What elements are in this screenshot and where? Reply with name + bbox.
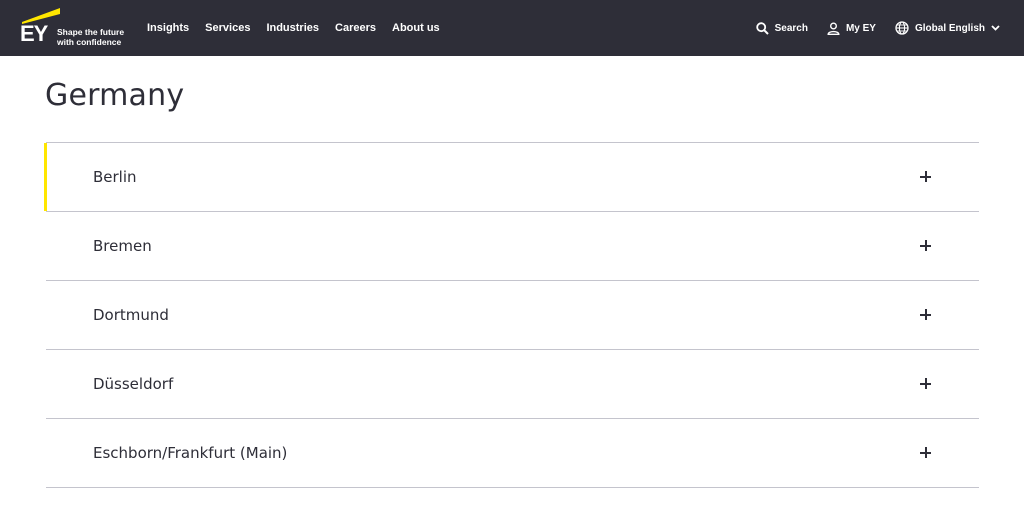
logo-text: EY [20,21,48,46]
nav-about-us[interactable]: About us [392,22,440,34]
utility-nav: Search My EY Global English [737,0,1000,56]
ey-logo[interactable]: EY Shape the future with confidence [20,8,124,48]
search-button[interactable]: Search [755,21,808,35]
nav-services[interactable]: Services [205,22,250,34]
search-icon [755,21,769,35]
accordion-item-label: Dortmund [93,306,169,324]
plus-icon[interactable] [920,240,931,251]
nav-insights[interactable]: Insights [147,22,189,34]
logo-tagline: Shape the future with confidence [57,27,124,47]
accordion-item-eschborn-frankfurt[interactable]: Eschborn/Frankfurt (Main) [46,419,979,488]
page-title: Germany [45,78,185,113]
language-label: Global English [914,22,985,34]
main-nav: Insights Services Industries Careers Abo… [147,0,456,56]
plus-icon[interactable] [920,378,931,389]
my-ey-label: My EY [845,22,876,34]
locations-accordion: Berlin Bremen Dortmund Düsseldorf Eschbo… [44,142,979,488]
accordion-item-dortmund[interactable]: Dortmund [46,281,979,350]
accordion-item-bremen[interactable]: Bremen [46,212,979,281]
user-icon [827,22,840,35]
accordion-item-duesseldorf[interactable]: Düsseldorf [46,350,979,419]
plus-icon[interactable] [920,447,931,458]
plus-icon[interactable] [920,309,931,320]
plus-icon[interactable] [920,171,931,182]
nav-careers[interactable]: Careers [335,22,376,34]
language-selector[interactable]: Global English [895,21,1000,35]
accordion-item-label: Eschborn/Frankfurt (Main) [93,444,288,462]
accordion-item-label: Berlin [93,168,137,186]
accordion-item-label: Düsseldorf [93,375,174,393]
globe-icon [895,21,909,35]
tagline-line-2: with confidence [57,36,122,47]
nav-industries[interactable]: Industries [266,22,319,34]
my-ey-button[interactable]: My EY [827,22,876,35]
chevron-down-icon [991,25,1000,31]
accordion-item-label: Bremen [93,237,152,255]
accordion-item-berlin[interactable]: Berlin [44,143,979,212]
top-navigation-bar: EY Shape the future with confidence Insi… [0,0,1024,56]
search-label: Search [774,22,808,34]
